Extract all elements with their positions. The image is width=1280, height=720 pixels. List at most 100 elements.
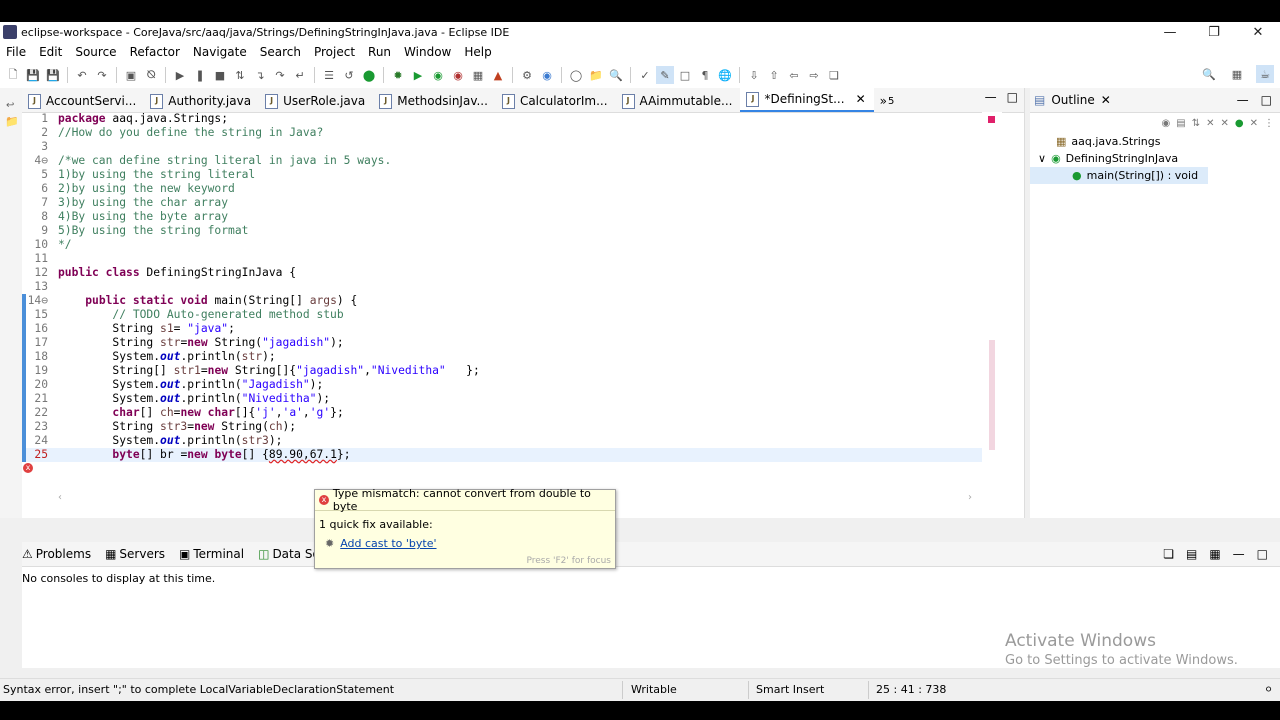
java-perspective-icon[interactable]: ☕ <box>1256 65 1274 83</box>
menu-window[interactable]: Window <box>398 45 458 59</box>
tab-servers[interactable]: ▦ Servers <box>105 547 165 561</box>
pin-editor-icon[interactable]: ❏ <box>825 66 843 84</box>
code-area[interactable]: 1 package aaq.java.Strings; 2//How do you… <box>22 112 1002 492</box>
prev-annotation-icon[interactable]: ⇧ <box>765 66 783 84</box>
new-package-icon[interactable]: ⚙ <box>518 66 536 84</box>
menu-help[interactable]: Help <box>458 45 498 59</box>
new-icon[interactable]: 🗋 <box>4 66 22 84</box>
outline-toolbar: ◉ ▤ ⇅ ✕ ✕ ● ✕ ⋮ <box>1030 113 1280 133</box>
display-console-icon[interactable]: ▤ <box>1186 547 1197 561</box>
menu-search[interactable]: Search <box>254 45 308 59</box>
quick-fix-popup: x Type mismatch: cannot convert from doub… <box>314 487 616 569</box>
quick-access-search-icon[interactable]: 🔍 <box>1200 65 1218 83</box>
terminate-icon[interactable]: ■ <box>211 66 229 84</box>
pin-console-icon[interactable]: ❏ <box>1163 547 1174 561</box>
outline-title[interactable]: Outline <box>1051 93 1094 107</box>
tab-methodsinjava[interactable]: J MethodsinJav... <box>373 90 496 112</box>
external-tools-icon[interactable]: ◉ <box>449 66 467 84</box>
skip-breakpoints-icon[interactable]: ⦰ <box>142 66 160 84</box>
scroll-thumb[interactable] <box>989 340 995 450</box>
tab-authority[interactable]: J Authority.java <box>144 90 259 112</box>
open-perspective-icon[interactable]: ▦ <box>1228 65 1246 83</box>
open-console-icon[interactable]: ▦ <box>1209 547 1220 561</box>
debug-icon[interactable]: ✹ <box>389 66 407 84</box>
minimize-button[interactable]: — <box>1148 22 1192 42</box>
back-icon[interactable]: ⇦ <box>785 66 803 84</box>
outline-package[interactable]: ▦ aaq.java.Strings <box>1030 133 1280 150</box>
show-whitespace-icon[interactable]: ¶ <box>696 66 714 84</box>
restore-view-icon[interactable]: ↩ <box>6 100 22 111</box>
hide-local-types-icon[interactable]: ✕ <box>1250 118 1258 129</box>
tab-overflow[interactable]: » 5 <box>874 90 903 112</box>
minimize-panel-icon[interactable]: — <box>1233 547 1245 561</box>
notifications-icon[interactable]: ⚪ <box>1264 683 1273 696</box>
resume-icon[interactable]: ▶ <box>171 66 189 84</box>
view-menu-icon[interactable]: ⋮ <box>1264 118 1274 129</box>
close-outline-icon[interactable]: ✕ <box>1101 93 1111 107</box>
terminal-icon[interactable]: ▣ <box>122 66 140 84</box>
undo-icon[interactable]: ↶ <box>73 66 91 84</box>
open-type-icon[interactable]: ◯ <box>567 66 585 84</box>
close-button[interactable]: ✕ <box>1236 22 1280 42</box>
annotation-icon[interactable]: ✓ <box>636 66 654 84</box>
menu-navigate[interactable]: Navigate <box>187 45 254 59</box>
server-run-icon[interactable]: ▲ <box>489 66 507 84</box>
server-icon[interactable]: ▦ <box>469 66 487 84</box>
tab-accountservice[interactable]: J AccountServi... <box>22 90 144 112</box>
save-icon[interactable]: 💾 <box>24 66 42 84</box>
hide-static-icon[interactable]: ✕ <box>1220 118 1228 129</box>
use-step-filters-icon[interactable]: ↺ <box>340 66 358 84</box>
restore-button[interactable]: ❐ <box>1192 22 1236 42</box>
hide-fields-icon[interactable]: ✕ <box>1206 118 1214 129</box>
tab-aaimmutable[interactable]: J AAimmutable... <box>616 90 741 112</box>
error-marker-icon[interactable]: x <box>23 463 33 473</box>
step-into-icon[interactable]: ↴ <box>251 66 269 84</box>
minimize-outline-icon[interactable]: — <box>1237 93 1249 107</box>
tab-terminal[interactable]: ▣ Terminal <box>179 547 244 561</box>
save-all-icon[interactable]: 💾 <box>44 66 62 84</box>
suspend-icon[interactable]: ❚ <box>191 66 209 84</box>
highlight-icon[interactable]: ✎ <box>656 66 674 84</box>
editor-vertical-scrollbar[interactable] <box>982 112 1002 492</box>
tab-calculatorimpl[interactable]: J CalculatorIm... <box>496 90 616 112</box>
close-tab-icon[interactable]: ✕ <box>856 92 866 106</box>
tab-problems[interactable]: ⚠ Problems <box>22 547 91 561</box>
step-over-icon[interactable]: ↷ <box>271 66 289 84</box>
menu-edit[interactable]: Edit <box>33 45 69 59</box>
run-icon[interactable]: ▶ <box>409 66 427 84</box>
menu-run[interactable]: Run <box>362 45 398 59</box>
disconnect-icon[interactable]: ⇅ <box>231 66 249 84</box>
globe-icon[interactable]: 🌐 <box>716 66 734 84</box>
java-file-icon: J <box>746 91 760 107</box>
new-class-icon[interactable]: ◉ <box>538 66 556 84</box>
search-tool-icon[interactable]: 🔍 <box>607 66 625 84</box>
maximize-panel-icon[interactable]: □ <box>1257 547 1268 561</box>
server-start-icon[interactable]: ⬤ <box>360 66 378 84</box>
step-return-icon[interactable]: ↵ <box>291 66 309 84</box>
focus-hint: Press 'F2' for focus <box>526 556 611 566</box>
outline-class[interactable]: ∨ ◉ DefiningStringInJava <box>1030 150 1280 167</box>
menu-source[interactable]: Source <box>69 45 123 59</box>
redo-icon[interactable]: ↷ <box>93 66 111 84</box>
package-explorer-icon[interactable]: 📁 <box>5 115 22 128</box>
maximize-editor-icon[interactable]: □ <box>1007 90 1018 104</box>
menu-refactor[interactable]: Refactor <box>124 45 187 59</box>
sort-icon[interactable]: ⇅ <box>1192 118 1200 129</box>
maximize-outline-icon[interactable]: □ <box>1261 93 1272 107</box>
tab-userrole[interactable]: J UserRole.java <box>259 90 373 112</box>
add-cast-link[interactable]: Add cast to 'byte' <box>340 537 436 550</box>
tab-definingstringinjava[interactable]: J *DefiningSt... ✕ <box>740 88 874 112</box>
drop-to-frame-icon[interactable]: ☰ <box>320 66 338 84</box>
forward-icon[interactable]: ⇨ <box>805 66 823 84</box>
coverage-icon[interactable]: ◉ <box>429 66 447 84</box>
outline-method[interactable]: ● main(String[]) : void <box>1030 167 1208 184</box>
minimize-editor-icon[interactable]: — <box>985 90 997 104</box>
next-annotation-icon[interactable]: ⇩ <box>745 66 763 84</box>
menu-file[interactable]: File <box>0 45 33 59</box>
menu-project[interactable]: Project <box>308 45 362 59</box>
open-folder-icon[interactable]: 📁 <box>587 66 605 84</box>
focus-icon[interactable]: ◉ <box>1162 118 1171 129</box>
block-selection-icon[interactable]: □ <box>676 66 694 84</box>
hide-nonpublic-icon[interactable]: ● <box>1235 118 1244 129</box>
collapse-all-icon[interactable]: ▤ <box>1176 118 1185 129</box>
